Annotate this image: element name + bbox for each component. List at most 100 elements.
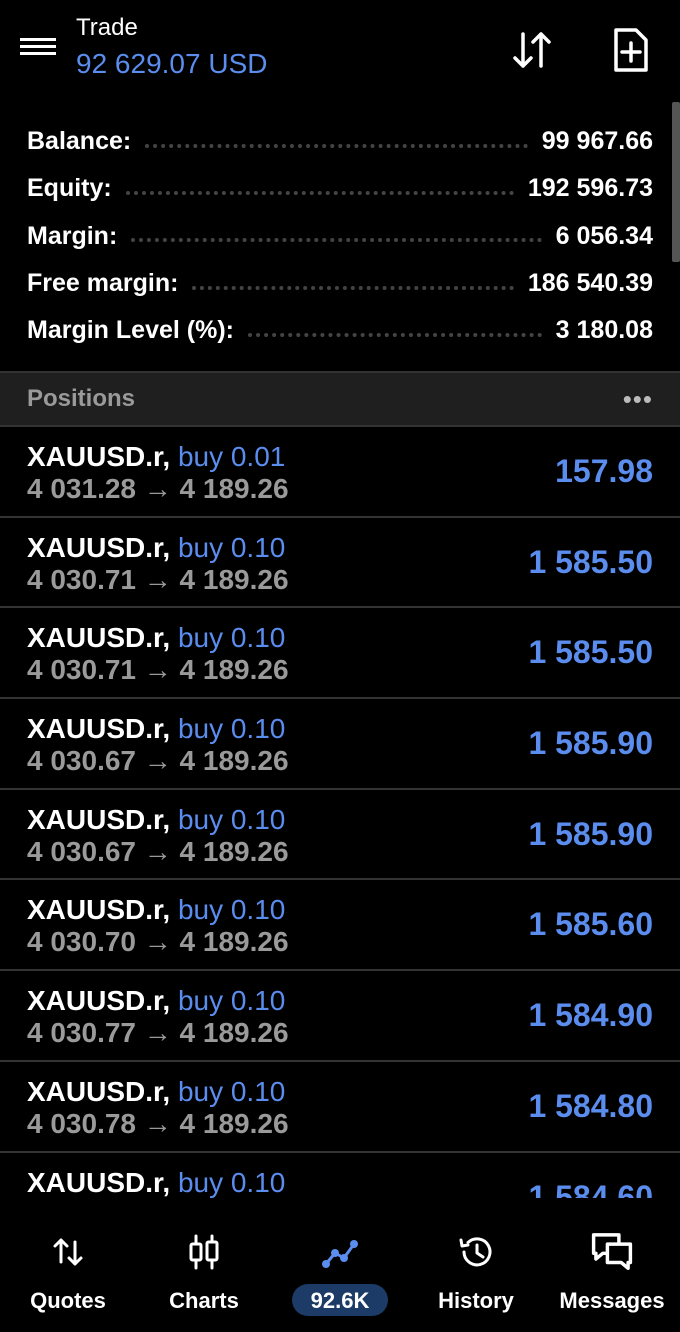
nav-item-history[interactable]: History	[408, 1198, 544, 1332]
position-title-line: XAUUSD.r, buy 0.10	[27, 1167, 285, 1199]
summary-value: 6 056.34	[555, 221, 653, 250]
position-title-line: XAUUSD.r, buy 0.10	[27, 985, 285, 1017]
bottom-navigation: Quotes Charts 92.6K History Messages	[0, 1198, 680, 1332]
position-symbol: XAUUSD.r,	[27, 803, 171, 835]
nav-label: Messages	[559, 1288, 665, 1313]
position-row[interactable]: XAUUSD.r, buy 0.10 4 030.67 → 4 189.26 1…	[0, 790, 680, 881]
summary-value: 3 180.08	[555, 316, 653, 345]
hamburger-menu-icon[interactable]	[20, 38, 56, 62]
position-prices: 4 031.28 → 4 189.26	[27, 473, 289, 504]
position-prices: 4 030.67 → 4 189.26	[27, 835, 289, 867]
summary-row-margin: Margin: 6 056.34	[0, 213, 680, 260]
position-title-line: XAUUSD.r, buy 0.10	[27, 894, 285, 926]
position-title-line: XAUUSD.r, buy 0.10	[27, 1076, 285, 1108]
dotted-leader	[192, 285, 514, 290]
position-row[interactable]: XAUUSD.r, buy 0.10 4 030.70 → 4 189.26 1…	[0, 880, 680, 972]
position-row[interactable]: XAUUSD.r, buy 0.10 1 584.60	[0, 1153, 680, 1199]
position-symbol: XAUUSD.r,	[27, 622, 171, 654]
position-title-line: XAUUSD.r, buy 0.01	[27, 441, 285, 473]
nav-label: 92.6K	[310, 1288, 370, 1313]
position-side: buy 0.10	[177, 894, 286, 926]
summary-label: Equity:	[27, 174, 112, 203]
summary-label: Balance:	[27, 127, 132, 156]
position-side: buy 0.10	[177, 1075, 286, 1107]
summary-value: 186 540.39	[527, 269, 653, 298]
summary-row-equity: Equity: 192 596.73	[0, 165, 680, 212]
position-profit: 157.98	[555, 453, 653, 489]
summary-value: 99 967.66	[541, 127, 653, 156]
nav-item-messages[interactable]: Messages	[544, 1198, 680, 1332]
position-prices: 4 030.71 → 4 189.26	[27, 563, 289, 595]
position-row[interactable]: XAUUSD.r, buy 0.10 4 030.78 → 4 189.26 1…	[0, 1062, 680, 1153]
position-profit: 1 584.80	[528, 1087, 653, 1124]
dotted-leader	[131, 238, 542, 243]
position-symbol: XAUUSD.r,	[27, 441, 171, 472]
positions-list[interactable]: XAUUSD.r, buy 0.01 4 031.28 → 4 189.26 1…	[0, 427, 680, 1198]
position-profit: 1 585.50	[528, 634, 653, 671]
summary-label: Free margin:	[27, 269, 179, 298]
position-side: buy 0.10	[177, 713, 286, 745]
charts-icon	[189, 1234, 219, 1270]
nav-label: History	[438, 1288, 514, 1313]
position-title-line: XAUUSD.r, buy 0.10	[27, 622, 285, 654]
position-prices: 4 030.70 → 4 189.26	[27, 926, 289, 958]
position-profit: 1 584.90	[528, 997, 653, 1034]
positions-section-header: Positions •••	[0, 371, 680, 427]
more-options-icon[interactable]: •••	[623, 386, 653, 412]
page-title: Trade	[76, 14, 138, 41]
trade-icon	[322, 1240, 358, 1268]
nav-item-quotes[interactable]: Quotes	[0, 1198, 136, 1332]
nav-label: Charts	[169, 1288, 239, 1313]
position-side: buy 0.10	[177, 531, 286, 563]
position-prices: 4 030.67 → 4 189.26	[27, 745, 289, 777]
position-side: buy 0.10	[177, 1166, 286, 1198]
dotted-leader	[247, 332, 542, 337]
position-row[interactable]: XAUUSD.r, buy 0.10 4 030.67 → 4 189.26 1…	[0, 699, 680, 790]
position-symbol: XAUUSD.r,	[27, 894, 171, 926]
summary-value: 192 596.73	[527, 174, 653, 203]
position-prices: 4 030.71 → 4 189.26	[27, 654, 289, 686]
summary-row-margin-level: Margin Level (%): 3 180.08	[0, 307, 680, 354]
position-row[interactable]: XAUUSD.r, buy 0.10 4 030.77 → 4 189.26 1…	[0, 971, 680, 1062]
position-row[interactable]: XAUUSD.r, buy 0.10 4 030.71 → 4 189.26 1…	[0, 518, 680, 609]
position-symbol: XAUUSD.r,	[27, 713, 171, 745]
position-side: buy 0.10	[177, 622, 286, 654]
history-icon	[459, 1237, 492, 1267]
account-value: 92 629.07 USD	[76, 48, 268, 79]
position-title-line: XAUUSD.r, buy 0.10	[27, 804, 285, 836]
nav-item-trade[interactable]: 92.6K	[272, 1198, 408, 1332]
position-title-line: XAUUSD.r, buy 0.10	[27, 713, 285, 745]
title-block: Trade 92 629.07 USD	[76, 14, 267, 80]
position-symbol: XAUUSD.r,	[27, 531, 171, 563]
position-profit: 1 585.90	[528, 725, 653, 762]
position-side: buy 0.10	[177, 803, 286, 835]
position-profit: 1 585.90	[528, 815, 653, 852]
summary-row-balance: Balance: 99 967.66	[0, 118, 680, 165]
position-prices: 4 030.78 → 4 189.26	[27, 1107, 289, 1139]
positions-title: Positions	[27, 385, 136, 412]
summary-label: Margin Level (%):	[27, 316, 234, 345]
nav-item-charts[interactable]: Charts	[136, 1198, 272, 1332]
position-title-line: XAUUSD.r, buy 0.10	[27, 532, 285, 564]
account-summary: Balance: 99 967.66 Equity: 192 596.73 Ma…	[0, 118, 680, 354]
position-symbol: XAUUSD.r,	[27, 985, 171, 1017]
position-symbol: XAUUSD.r,	[27, 1166, 171, 1198]
summary-row-free-margin: Free margin: 186 540.39	[0, 260, 680, 307]
sort-arrows-icon[interactable]	[508, 26, 556, 74]
position-profit: 1 585.60	[528, 906, 653, 943]
position-prices: 4 030.77 → 4 189.26	[27, 1017, 289, 1049]
position-side: buy 0.10	[177, 985, 286, 1017]
dotted-leader	[125, 190, 514, 195]
summary-label: Margin:	[27, 221, 118, 250]
dotted-leader	[145, 143, 528, 148]
position-profit: 1 585.50	[528, 543, 653, 580]
quotes-icon	[53, 1238, 83, 1266]
nav-label: Quotes	[30, 1288, 106, 1313]
position-row[interactable]: XAUUSD.r, buy 0.01 4 031.28 → 4 189.26 1…	[0, 427, 680, 518]
position-profit: 1 584.60	[528, 1178, 653, 1199]
position-row[interactable]: XAUUSD.r, buy 0.10 4 030.71 → 4 189.26 1…	[0, 608, 680, 700]
position-side: buy 0.01	[177, 441, 286, 472]
position-symbol: XAUUSD.r,	[27, 1075, 171, 1107]
new-order-icon[interactable]	[607, 26, 655, 74]
top-app-bar: Trade 92 629.07 USD	[0, 0, 680, 102]
